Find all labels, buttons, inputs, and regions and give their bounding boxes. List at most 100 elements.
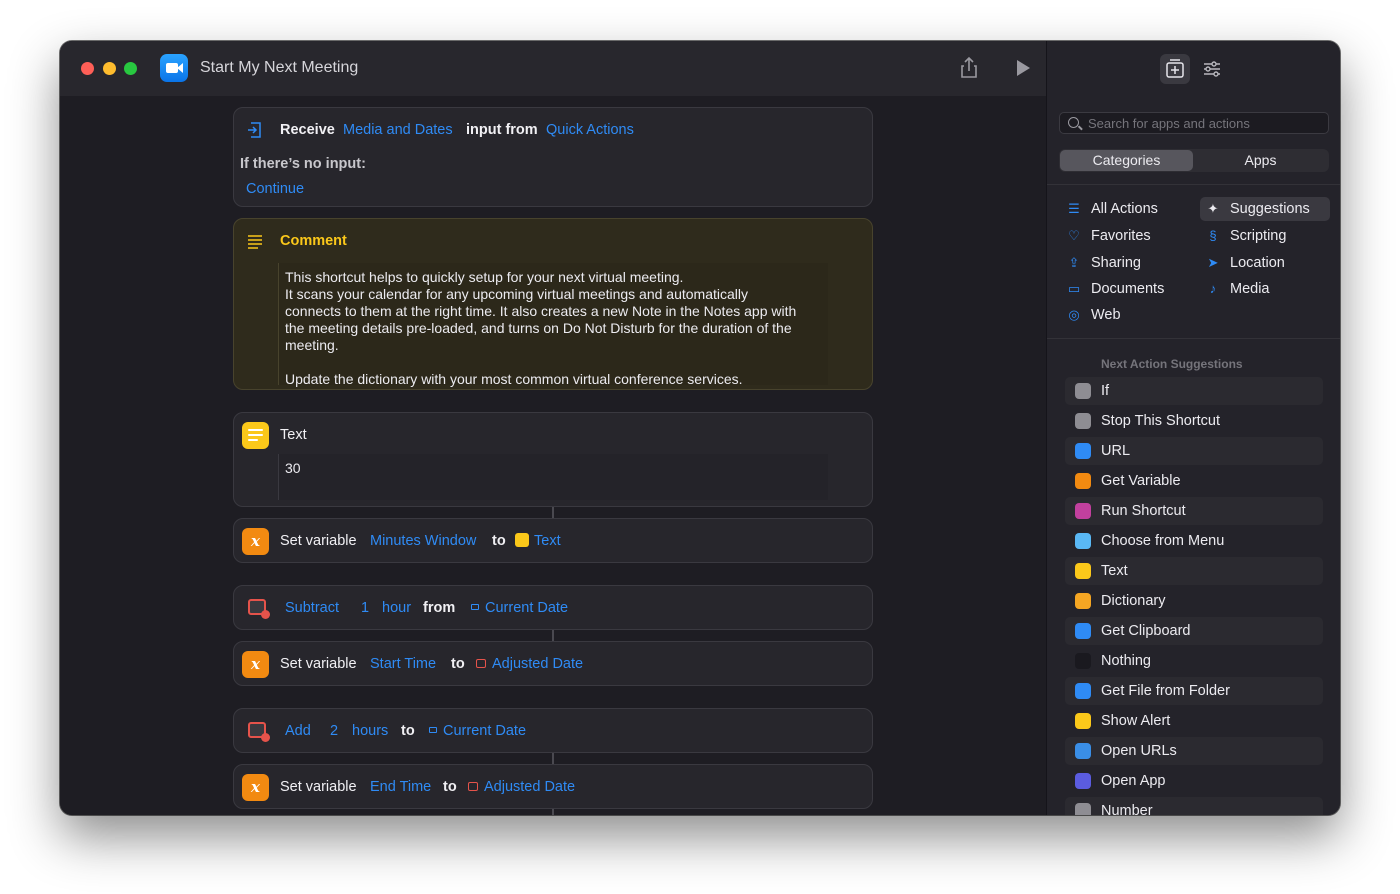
- category-web[interactable]: ◎ Web: [1061, 303, 1191, 327]
- amount-token[interactable]: 2: [330, 723, 338, 739]
- suggestion-item[interactable]: Text: [1065, 557, 1323, 585]
- connector-line: [552, 630, 554, 641]
- connector-line: [552, 809, 554, 815]
- segment-categories[interactable]: Categories: [1060, 150, 1193, 171]
- variable-value-token[interactable]: Adjusted Date: [476, 656, 583, 672]
- music-note-icon: ♪: [1209, 281, 1217, 296]
- set-variable-action[interactable]: x Set variable Minutes Window to Text: [233, 518, 873, 563]
- link-icon: [1075, 443, 1091, 459]
- adjust-date-action[interactable]: Subtract 1 hour from Current Date: [233, 585, 873, 630]
- operation-token[interactable]: Add: [285, 723, 311, 739]
- receive-action[interactable]: Receive Media and Dates input from Quick…: [233, 107, 873, 207]
- suggestion-label: Text: [1101, 563, 1128, 579]
- title-bar: Start My Next Meeting: [60, 41, 1046, 96]
- suggestion-item[interactable]: Get File from Folder: [1065, 677, 1323, 705]
- category-location[interactable]: ➤ Location: [1200, 251, 1330, 275]
- text-variable-icon: [515, 533, 529, 547]
- run-button[interactable]: [1010, 55, 1036, 81]
- input-type-token[interactable]: Media and Dates: [343, 122, 453, 138]
- set-variable-label: Set variable: [280, 533, 357, 549]
- clipboard-icon: [1075, 623, 1091, 639]
- suggestion-label: If: [1101, 383, 1110, 399]
- suggestion-item[interactable]: Get Clipboard: [1065, 617, 1323, 645]
- category-favorites[interactable]: ♡ Favorites: [1061, 224, 1191, 248]
- suggestion-item[interactable]: URL: [1065, 437, 1323, 465]
- variable-name-token[interactable]: Start Time: [370, 656, 436, 672]
- action-library-toggle[interactable]: [1160, 54, 1190, 84]
- set-variable-label: Set variable: [280, 779, 357, 795]
- safari-icon: [1075, 743, 1091, 759]
- calendar-variable-icon: [476, 659, 486, 668]
- connector-line: [552, 753, 554, 764]
- share-icon: [961, 56, 977, 78]
- date-token[interactable]: Current Date: [429, 723, 526, 739]
- amount-token[interactable]: 1: [361, 600, 369, 616]
- suggestion-item[interactable]: Choose from Menu: [1065, 527, 1323, 555]
- variable-value-token[interactable]: Adjusted Date: [468, 779, 575, 795]
- shortcut-icon[interactable]: [160, 54, 188, 82]
- share-button[interactable]: [956, 55, 982, 81]
- suggestion-item[interactable]: Dictionary: [1065, 587, 1323, 615]
- suggestion-item[interactable]: Open URLs: [1065, 737, 1323, 765]
- category-media[interactable]: ♪ Media: [1200, 277, 1330, 301]
- adjust-date-action[interactable]: Add 2 hours to Current Date: [233, 708, 873, 753]
- receive-icon: [248, 122, 261, 138]
- comment-action[interactable]: Comment This shortcut helps to quickly s…: [233, 218, 873, 390]
- zoom-window-button[interactable]: [124, 62, 137, 75]
- shortcuts-window: Start My Next Meeting Receive Media and …: [60, 41, 1340, 815]
- unit-token[interactable]: hours: [352, 723, 388, 739]
- suggestion-item[interactable]: Nothing: [1065, 647, 1323, 675]
- set-variable-action[interactable]: x Set variable Start Time to Adjusted Da…: [233, 641, 873, 686]
- no-input-behavior[interactable]: Continue: [246, 181, 304, 197]
- suggestion-item[interactable]: If: [1065, 377, 1323, 405]
- library-segmented-control: Categories Apps: [1059, 149, 1329, 172]
- operation-token[interactable]: Subtract: [285, 600, 339, 616]
- suggestion-item[interactable]: Open App: [1065, 767, 1323, 795]
- variable-name-token[interactable]: End Time: [370, 779, 431, 795]
- suggestion-item[interactable]: Get Variable: [1065, 467, 1323, 495]
- suggestion-item[interactable]: Show Alert: [1065, 707, 1323, 735]
- category-scripting[interactable]: § Scripting: [1200, 224, 1330, 248]
- suggestion-label: Open App: [1101, 773, 1166, 789]
- minimize-window-button[interactable]: [103, 62, 116, 75]
- details-toggle[interactable]: [1197, 54, 1227, 84]
- unit-token[interactable]: hour: [382, 600, 411, 616]
- run-shortcut-icon: [1075, 503, 1091, 519]
- date-token[interactable]: Current Date: [471, 600, 568, 616]
- to-label: to: [451, 656, 465, 672]
- heart-icon: ♡: [1068, 228, 1080, 243]
- alert-icon: [1075, 713, 1091, 729]
- suggestion-label: Run Shortcut: [1101, 503, 1186, 519]
- search-field[interactable]: Search for apps and actions: [1059, 112, 1329, 134]
- category-documents[interactable]: ▭ Documents: [1061, 277, 1191, 301]
- editor-pane[interactable]: Start My Next Meeting Receive Media and …: [60, 41, 1046, 815]
- location-arrow-icon: ➤: [1207, 255, 1219, 270]
- number-icon: [1075, 803, 1091, 815]
- suggestion-label: Show Alert: [1101, 713, 1171, 729]
- calendar-icon: [248, 599, 270, 619]
- receive-label: Receive: [280, 122, 335, 138]
- suggestion-item[interactable]: Number: [1065, 797, 1323, 815]
- category-sharing[interactable]: ⇪ Sharing: [1061, 251, 1191, 275]
- comment-text[interactable]: This shortcut helps to quickly setup for…: [278, 263, 828, 387]
- suggestion-item[interactable]: Run Shortcut: [1065, 497, 1323, 525]
- input-source-token[interactable]: Quick Actions: [546, 122, 634, 138]
- variable-icon: [1075, 473, 1091, 489]
- text-action[interactable]: Text 30: [233, 412, 873, 507]
- category-all-actions[interactable]: ☰ All Actions: [1061, 197, 1191, 221]
- suggestion-label: Stop This Shortcut: [1101, 413, 1221, 429]
- app-icon: [1075, 773, 1091, 789]
- variable-icon: x: [242, 774, 269, 801]
- set-variable-action[interactable]: x Set variable End Time to Adjusted Date: [233, 764, 873, 809]
- variable-icon: x: [242, 651, 269, 678]
- category-suggestions[interactable]: ✦ Suggestions: [1200, 197, 1330, 221]
- suggestion-item[interactable]: Stop This Shortcut: [1065, 407, 1323, 435]
- scripting-icon: §: [1209, 228, 1217, 243]
- variable-name-token[interactable]: Minutes Window: [370, 533, 476, 549]
- variable-value-token[interactable]: Text: [515, 533, 561, 549]
- text-action-field[interactable]: 30: [278, 454, 828, 500]
- shortcut-title[interactable]: Start My Next Meeting: [200, 59, 358, 77]
- segment-apps[interactable]: Apps: [1194, 150, 1327, 171]
- sliders-icon: [1204, 61, 1220, 77]
- close-window-button[interactable]: [81, 62, 94, 75]
